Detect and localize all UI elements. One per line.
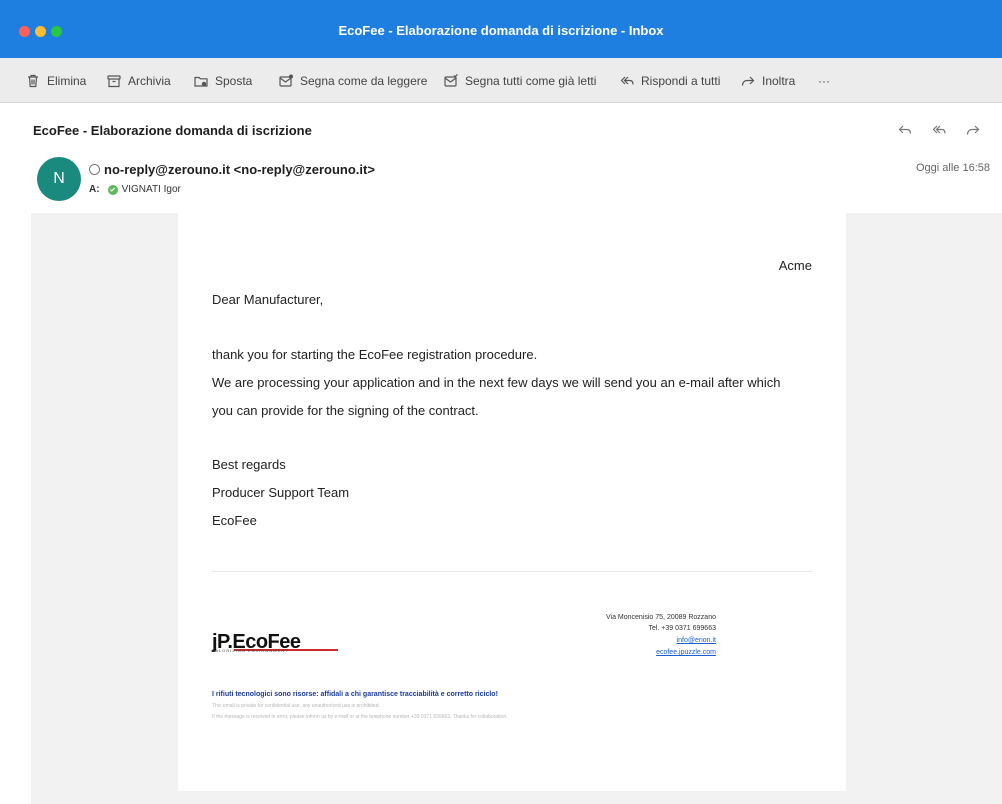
footer-disclaimer-2: If the message is received in error, ple… bbox=[212, 714, 508, 720]
reply-all-label: Rispondi a tutti bbox=[641, 73, 721, 88]
move-folder-icon bbox=[194, 76, 208, 87]
mark-unread-icon bbox=[279, 74, 293, 87]
mark-all-read-icon bbox=[444, 73, 458, 87]
toolbar: Elimina Archivia Sposta Segna come da le… bbox=[0, 58, 1002, 103]
mail-window: EcoFee - Elaborazione domanda di iscrizi… bbox=[0, 0, 1002, 804]
forward-icon bbox=[741, 76, 755, 86]
logo-subtext: VALORIZING ENVIRONMENT bbox=[212, 648, 289, 653]
recipient-line: A: VIGNATI Igor bbox=[89, 184, 181, 195]
footer-disclaimer-1: This email is private for confidential u… bbox=[212, 703, 380, 709]
greeting: Dear Manufacturer, bbox=[212, 292, 324, 307]
to-label: A: bbox=[89, 184, 100, 195]
sender[interactable]: no-reply@zerouno.it <no-reply@zerouno.it… bbox=[89, 162, 375, 177]
delete-label: Elimina bbox=[47, 73, 87, 88]
message-body-area: Acme Dear Manufacturer, thank you for st… bbox=[31, 213, 1002, 804]
verified-check-icon bbox=[107, 184, 118, 195]
signoff-line-1: Best regards bbox=[212, 457, 286, 472]
header-forward-button[interactable] bbox=[965, 120, 981, 140]
mark-unread-label: Segna come da leggere bbox=[300, 73, 428, 88]
footer-divider bbox=[212, 571, 812, 572]
footer-address: Via Moncenisio 75, 20089 Rozzano bbox=[605, 614, 716, 621]
mark-all-read-button[interactable]: Segna tutti come già letti bbox=[443, 58, 596, 103]
archive-label: Archivia bbox=[128, 73, 171, 88]
reply-all-icon bbox=[620, 76, 634, 85]
message-date: Oggi alle 16:58 bbox=[916, 162, 990, 174]
footer-website-link[interactable]: ecofee.jpuzzle.com bbox=[656, 649, 716, 656]
forward-icon bbox=[966, 125, 980, 135]
delete-button[interactable]: Elimina bbox=[25, 58, 86, 103]
trash-icon bbox=[28, 74, 38, 87]
footer-tagline: I rifiuti tecnologici sono risorse: affi… bbox=[212, 691, 498, 698]
forward-label: Inoltra bbox=[762, 73, 796, 88]
move-button[interactable]: Sposta bbox=[193, 58, 252, 103]
signoff-line-2: Producer Support Team bbox=[212, 485, 350, 500]
header-reply-all-button[interactable] bbox=[931, 120, 947, 140]
title-bar: EcoFee - Elaborazione domanda di iscrizi… bbox=[0, 0, 1002, 58]
mark-unread-button[interactable]: Segna come da leggere bbox=[278, 58, 427, 103]
message-subject: EcoFee - Elaborazione domanda di iscrizi… bbox=[33, 123, 312, 138]
footer-phone: Tel. +39 0371 699663 bbox=[648, 625, 716, 632]
reply-all-button[interactable]: Rispondi a tutti bbox=[619, 58, 720, 103]
recipient-company: Acme bbox=[778, 258, 812, 273]
body-line-2: We are processing your application and i… bbox=[212, 375, 781, 390]
archive-icon bbox=[107, 74, 121, 87]
archive-button[interactable]: Archivia bbox=[106, 58, 171, 103]
body-line-1: thank you for starting the EcoFee regist… bbox=[212, 347, 538, 362]
reply-all-icon bbox=[932, 125, 946, 134]
sender-avatar: N bbox=[37, 157, 81, 201]
unread-status-icon bbox=[89, 164, 100, 175]
window-title: EcoFee - Elaborazione domanda di iscrizi… bbox=[338, 23, 664, 38]
more-icon: ··· bbox=[818, 73, 830, 88]
mark-all-read-label: Segna tutti come già letti bbox=[465, 73, 597, 88]
header-reply-button[interactable] bbox=[897, 120, 913, 140]
email-content: Acme Dear Manufacturer, thank you for st… bbox=[178, 213, 846, 791]
move-label: Sposta bbox=[215, 73, 253, 88]
more-button[interactable]: ··· bbox=[818, 58, 830, 103]
footer-email-link[interactable]: info@erion.it bbox=[677, 637, 716, 644]
forward-button[interactable]: Inoltra bbox=[740, 58, 795, 103]
signoff-line-3: EcoFee bbox=[212, 513, 257, 528]
recipient-name[interactable]: VIGNATI Igor bbox=[122, 184, 181, 195]
sender-address: no-reply@zerouno.it <no-reply@zerouno.it… bbox=[104, 162, 375, 177]
body-line-3: you can provide for the signing of the c… bbox=[212, 403, 479, 418]
reply-icon bbox=[898, 125, 912, 134]
